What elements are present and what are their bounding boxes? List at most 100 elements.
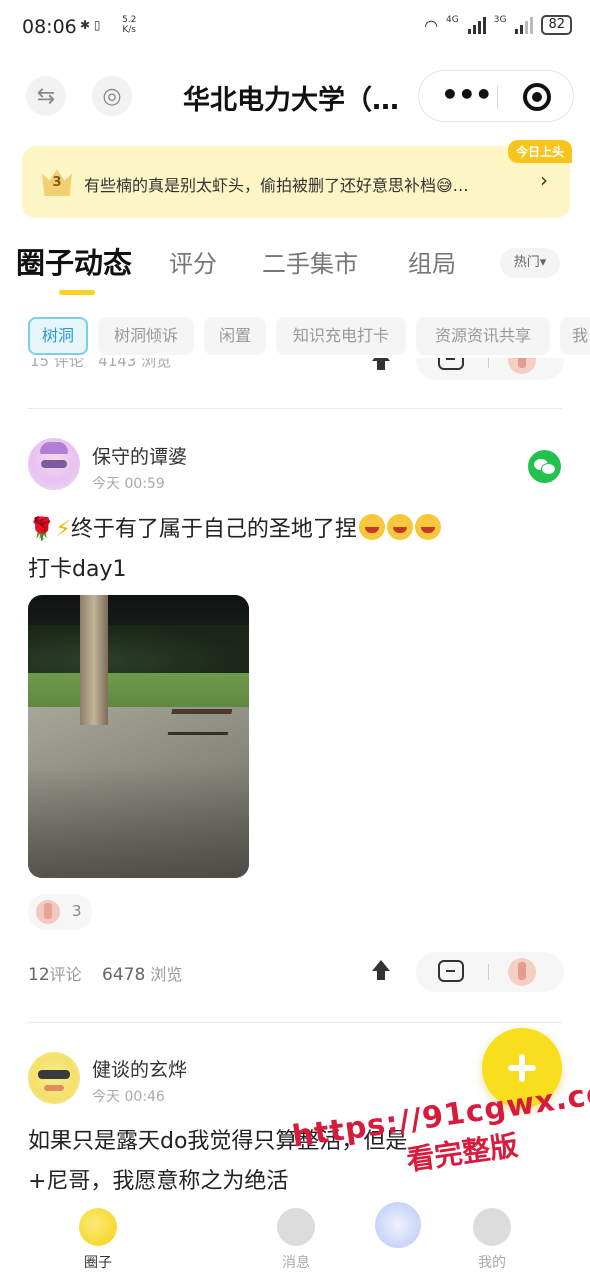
capsule-divider [497, 85, 498, 109]
post-text-line2: 打卡day1 [28, 557, 127, 582]
category-chips: 树洞 树洞倾诉 闲置 知识充电打卡 资源资讯共享 我 [0, 314, 590, 358]
share-icon[interactable] [366, 358, 396, 378]
target-icon[interactable] [523, 83, 551, 111]
circle-home-icon [79, 1208, 117, 1246]
post-text-line2: +尼哥，我愿意称之为绝活 [28, 1169, 289, 1194]
net-speed-value: 5.2 [122, 15, 137, 25]
mini-program-capsule: ••• [418, 70, 574, 122]
active-tab-indicator [59, 290, 95, 295]
like-count: 3 [72, 902, 82, 920]
post-text: 🌹⚡终于有了属于自己的圣地了捏 打卡day1 [28, 510, 568, 590]
message-icon [277, 1208, 315, 1246]
comment-icon[interactable] [438, 960, 464, 982]
wechat-share-icon[interactable] [528, 450, 561, 483]
post-username[interactable]: 保守的谭婆 [92, 442, 187, 469]
battery-indicator: 82 [541, 15, 572, 35]
nav-circle[interactable]: 圈子 [48, 1208, 148, 1272]
notice-text: 有些楠的真是别太虾头，偷拍被删了还好意思补档😅… [84, 176, 469, 195]
rose-emoji-icon: 🌹 [28, 517, 56, 542]
post-divider [28, 1022, 562, 1023]
share-icon[interactable] [366, 958, 396, 988]
chip-more[interactable]: 我 [560, 317, 590, 355]
smile-emoji-icon [358, 514, 385, 540]
wifi-icon: ◠ [424, 15, 439, 35]
nav-label: 我的 [478, 1255, 506, 1271]
search-icon[interactable]: ◎ [92, 76, 132, 116]
mini-program-header: ⇆ ◎ 华北电力大学（… ••• [0, 62, 590, 130]
rank-crown-icon: 3 [42, 168, 72, 196]
chip-treehole[interactable]: 树洞 [28, 317, 88, 355]
post-divider [28, 408, 562, 409]
photo-shadow [28, 765, 249, 878]
lightning-emoji-icon: ⚡ [55, 517, 71, 542]
avatar[interactable] [28, 1052, 80, 1104]
comment-like-pill [416, 952, 564, 992]
comment-icon[interactable] [438, 358, 464, 370]
chip-idle[interactable]: 闲置 [204, 317, 266, 355]
bottom-nav: 圈子 消息 我的 [0, 1200, 590, 1280]
chip-treehole-talk[interactable]: 树洞倾诉 [98, 317, 194, 355]
nav-mine[interactable]: 我的 [442, 1208, 542, 1272]
bluetooth-vibrate-icon: ✱ ▯ [80, 18, 101, 32]
signal-1-icon [467, 16, 486, 34]
avatar[interactable] [28, 438, 80, 490]
like-hand-icon [36, 900, 60, 924]
signal-2-label: 3G [493, 15, 507, 25]
post-photo[interactable] [28, 595, 249, 878]
nav-label: 圈子 [84, 1255, 112, 1271]
pill-divider [488, 964, 489, 980]
signal-1-label: 4G [446, 15, 459, 25]
sort-dropdown[interactable]: 热门▾ [500, 248, 560, 278]
post-time: 今天 00:46 [92, 1089, 165, 1105]
tab-second-hand[interactable]: 二手集市 [262, 244, 358, 279]
main-tabs: 圈子动态 评分 二手集市 组局 热门▾ [0, 236, 590, 296]
prev-post-stats: 15 评论 4143 浏览 [30, 358, 171, 371]
tab-rating[interactable]: 评分 [169, 244, 217, 279]
prev-post-actions [370, 358, 570, 380]
comments-label: 评论 [49, 965, 82, 984]
chevron-right-icon: › [540, 168, 548, 192]
status-right-icons: ◠ 4G 3G 82 [424, 15, 572, 35]
views-count: 6478 [102, 965, 146, 985]
center-logo-icon [375, 1202, 421, 1248]
hot-notice-banner[interactable]: 3 有些楠的真是别太虾头，偷拍被删了还好意思补档😅… › 今日上头 [22, 140, 572, 218]
post-text-line1: 如果只是露天do我觉得只算整活，但是 [28, 1129, 408, 1154]
post-time: 今天 00:59 [92, 476, 165, 492]
views-label: 浏览 [150, 965, 183, 984]
like-summary[interactable]: 3 [28, 894, 92, 930]
post-username[interactable]: 健谈的玄烨 [92, 1055, 187, 1082]
post-text-line1: 终于有了属于自己的圣地了捏 [70, 517, 357, 542]
smile-emoji-icon [386, 514, 413, 540]
net-speed-unit: K/s [122, 25, 136, 35]
like-icon[interactable] [508, 358, 536, 374]
rank-number: 3 [52, 175, 62, 190]
status-bar: 08:06 ✱ ▯ 5.2 K/s ◠ 4G 3G 82 [0, 0, 590, 56]
chip-resources[interactable]: 资源资讯共享 [416, 317, 550, 355]
more-dots-icon[interactable]: ••• [441, 81, 493, 109]
prev-views: 4143 浏览 [98, 358, 172, 370]
photo-tree-trunk [80, 595, 108, 725]
prev-comments: 15 评论 [30, 358, 84, 370]
comments-count: 12 [28, 965, 50, 985]
signal-2-icon [515, 16, 534, 34]
nav-messages[interactable]: 消息 [246, 1208, 346, 1272]
comment-like-pill [416, 358, 564, 380]
post-text: 如果只是露天do我觉得只算整活，但是 +尼哥，我愿意称之为绝活 [28, 1122, 568, 1200]
profile-icon [473, 1208, 511, 1246]
net-speed: 5.2 K/s [122, 15, 136, 35]
tab-meetup[interactable]: 组局 [408, 244, 456, 279]
nav-label: 消息 [282, 1255, 310, 1271]
switch-icon[interactable]: ⇆ [26, 76, 66, 116]
chip-knowledge[interactable]: 知识充电打卡 [276, 317, 406, 355]
post-stats: 12评论 6478 浏览 [28, 961, 182, 985]
smile-emoji-icon [414, 514, 441, 540]
page-title: 华北电力大学（… [183, 85, 399, 116]
like-icon[interactable] [508, 958, 536, 986]
add-post-button[interactable] [482, 1028, 562, 1108]
today-hot-badge: 今日上头 [507, 140, 572, 163]
photo-bench [167, 709, 233, 735]
tab-circle-feed[interactable]: 圈子动态 [16, 240, 132, 282]
pill-divider [488, 358, 489, 368]
status-time: 08:06 [22, 16, 77, 38]
nav-center[interactable] [348, 1202, 448, 1254]
